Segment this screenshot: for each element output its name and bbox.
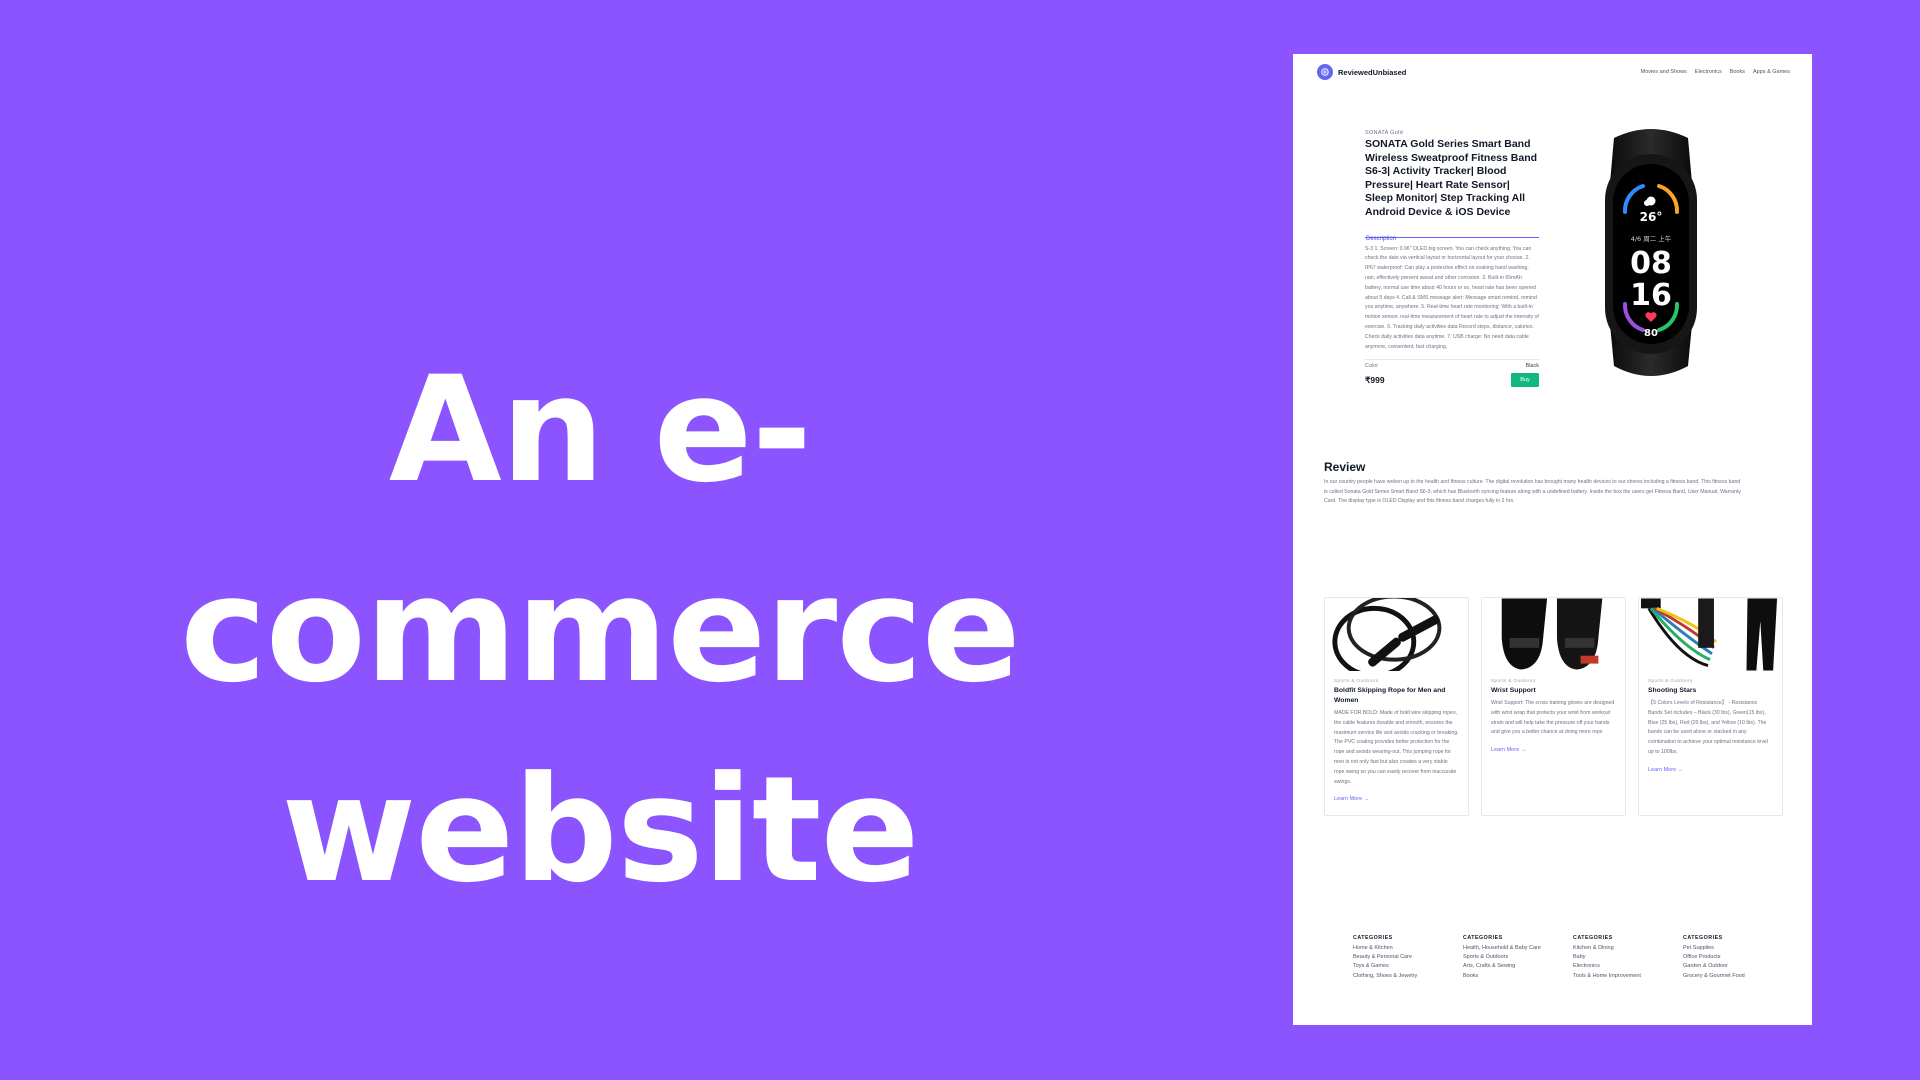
review-heading: Review bbox=[1324, 460, 1366, 474]
footer-link[interactable]: Garden & Outdoor bbox=[1683, 962, 1793, 971]
brand-name[interactable]: ReviewedUnbiased bbox=[1338, 68, 1406, 77]
watch-minute: 16 bbox=[1630, 278, 1672, 313]
footer-heading: CATEGORIES bbox=[1683, 935, 1723, 941]
buy-button[interactable]: Buy bbox=[1511, 373, 1539, 388]
product-card[interactable]: Sports & Outdoors Wrist Support Wrist Su… bbox=[1481, 597, 1626, 817]
card-image-wrist-support bbox=[1482, 598, 1625, 671]
watch-hour: 08 bbox=[1630, 246, 1672, 281]
footer-link[interactable]: Baby bbox=[1573, 953, 1683, 962]
card-image-resistance-bands bbox=[1639, 598, 1782, 671]
footer-column: CATEGORIES Health, Household & Baby Care… bbox=[1463, 935, 1573, 981]
footer-link[interactable]: Beauty & Personal Care bbox=[1353, 953, 1463, 962]
color-value: Black bbox=[1525, 363, 1539, 370]
product-tabs: Description bbox=[1365, 227, 1539, 242]
learn-more-link[interactable]: Learn More → bbox=[1491, 747, 1526, 753]
logo-icon[interactable] bbox=[1317, 64, 1333, 80]
product-description: S-3 1. Screen: 0.96" OLED big screen. Yo… bbox=[1365, 245, 1539, 350]
nav-link-apps[interactable]: Apps & Games bbox=[1753, 69, 1790, 75]
tab-description[interactable]: Description bbox=[1365, 236, 1396, 242]
card-category: Sports & Outdoors bbox=[1334, 679, 1379, 684]
footer-link[interactable]: Office Products bbox=[1683, 953, 1793, 962]
footer-heading: CATEGORIES bbox=[1463, 935, 1503, 941]
card-category: Sports & Outdoors bbox=[1491, 679, 1536, 684]
product-color-row: Color Black bbox=[1365, 359, 1539, 369]
nav-link-movies[interactable]: Movies and Shows bbox=[1641, 69, 1687, 75]
card-title: Boldfit Skipping Rope for Men and Women bbox=[1334, 687, 1446, 704]
product-price: ₹999 bbox=[1365, 374, 1385, 385]
website-screenshot: ReviewedUnbiased Movies and Shows Electr… bbox=[1293, 54, 1812, 1025]
learn-more-link[interactable]: Learn More → bbox=[1334, 796, 1369, 802]
footer-link[interactable]: Home & Kitchen bbox=[1353, 944, 1463, 953]
nav-link-books[interactable]: Books bbox=[1730, 69, 1745, 75]
product-image: 26° 4/6 周二 上午 08 16 80 bbox=[1581, 124, 1721, 380]
product-info: SONATA Gold SONATA Gold Series Smart Ban… bbox=[1365, 130, 1539, 388]
related-products: Sports & Outdoors Boldfit Skipping Rope … bbox=[1324, 597, 1783, 817]
footer-link[interactable]: Kitchen & Dining bbox=[1573, 944, 1683, 953]
card-title: Wrist Support bbox=[1491, 687, 1536, 694]
top-nav: ReviewedUnbiased Movies and Shows Electr… bbox=[1317, 62, 1790, 82]
hero-line-2: website bbox=[281, 745, 919, 915]
footer: CATEGORIES Home & Kitchen Beauty & Perso… bbox=[1353, 935, 1793, 981]
footer-link[interactable]: Toys & Games bbox=[1353, 962, 1463, 971]
watch-temp: 26° bbox=[1640, 210, 1663, 224]
card-category: Sports & Outdoors bbox=[1648, 679, 1693, 684]
nav-link-electronics[interactable]: Electronics bbox=[1695, 69, 1722, 75]
footer-column: CATEGORIES Pet Supplies Office Products … bbox=[1683, 935, 1793, 981]
card-description: MADE FOR BOLD: Made of bold wire skippin… bbox=[1334, 710, 1459, 785]
product-title: SONATA Gold Series Smart Band Wireless S… bbox=[1365, 138, 1538, 218]
footer-column: CATEGORIES Home & Kitchen Beauty & Perso… bbox=[1353, 935, 1463, 981]
footer-link[interactable]: Tools & Home Improvement bbox=[1573, 972, 1683, 981]
footer-heading: CATEGORIES bbox=[1573, 935, 1613, 941]
footer-link[interactable]: Health, Household & Baby Care bbox=[1463, 944, 1573, 953]
price-row: ₹999 Buy bbox=[1365, 373, 1539, 388]
card-image-skipping-rope bbox=[1325, 598, 1468, 671]
footer-column: CATEGORIES Kitchen & Dining Baby Electro… bbox=[1573, 935, 1683, 981]
learn-more-link[interactable]: Learn More → bbox=[1648, 767, 1683, 773]
nav-links: Movies and Shows Electronics Books Apps … bbox=[1641, 69, 1790, 75]
color-label: Color bbox=[1365, 363, 1379, 370]
card-description: Wrist Support: The cross training gloves… bbox=[1491, 700, 1615, 736]
footer-link[interactable]: Arts, Crafts & Sewing bbox=[1463, 962, 1573, 971]
product-card[interactable]: Sports & Outdoors Boldfit Skipping Rope … bbox=[1324, 597, 1469, 817]
footer-heading: CATEGORIES bbox=[1353, 935, 1393, 941]
hero-heading: An e-commerce website bbox=[30, 330, 1170, 930]
product-card[interactable]: Sports & Outdoors Shooting Stars 【5 Colo… bbox=[1638, 597, 1783, 817]
hero-line-1: An e-commerce bbox=[180, 345, 1021, 715]
footer-link[interactable]: Electronics bbox=[1573, 962, 1683, 971]
footer-link[interactable]: Clothing, Shoes & Jewelry bbox=[1353, 972, 1463, 981]
card-description: 【5 Colors Levels of Resistance】 - Resist… bbox=[1648, 700, 1768, 755]
footer-link[interactable]: Pet Supplies bbox=[1683, 944, 1793, 953]
review-text: In our country people have woken up to t… bbox=[1324, 479, 1741, 505]
footer-link[interactable]: Sports & Outdoors bbox=[1463, 953, 1573, 962]
card-title: Shooting Stars bbox=[1648, 687, 1697, 694]
product-brand: SONATA Gold bbox=[1365, 130, 1403, 136]
watch-heart: 80 bbox=[1644, 328, 1658, 339]
footer-link[interactable]: Grocery & Gourmet Food bbox=[1683, 972, 1793, 981]
watch-date: 4/6 周二 上午 bbox=[1631, 234, 1672, 243]
footer-link[interactable]: Books bbox=[1463, 972, 1573, 981]
